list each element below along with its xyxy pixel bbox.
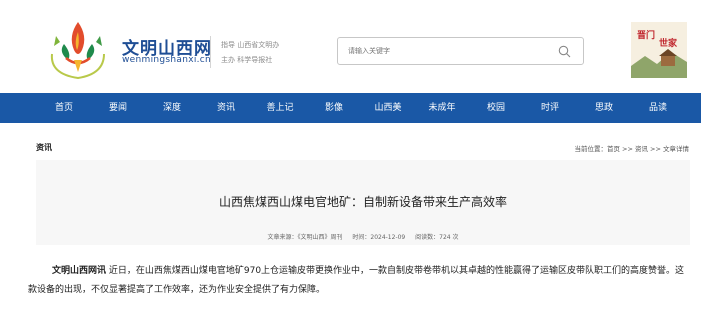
main-nav: 首页 要闻 深度 资讯 善上记 影像 山西美 未成年 校园 时评 思政 品读 bbox=[0, 93, 701, 123]
svg-text:晋门: 晋门 bbox=[637, 29, 655, 41]
search-input[interactable] bbox=[348, 38, 548, 64]
site-header: 文明山西网 wenmingshanxi.cn 指导 山西省文明办 主办 科学导报… bbox=[0, 0, 701, 93]
nav-item-ideology[interactable]: 思政 bbox=[577, 93, 631, 123]
article-lead: 文明山西网讯 bbox=[52, 266, 107, 276]
sponsor-info: 指导 山西省文明办 主办 科学导报社 bbox=[221, 38, 279, 68]
search-icon[interactable] bbox=[558, 45, 571, 58]
article-source: 文章来源：《文明山西》周刊 bbox=[267, 234, 343, 241]
nav-item-images[interactable]: 影像 bbox=[307, 93, 361, 123]
nav-item-commentary[interactable]: 时评 bbox=[523, 93, 577, 123]
nav-item-depth[interactable]: 深度 bbox=[145, 93, 199, 123]
nav-item-reading[interactable]: 品读 bbox=[631, 93, 685, 123]
svg-text:世家: 世家 bbox=[659, 37, 678, 49]
article-paragraph: 近日，在山西焦煤西山煤电官地矿970上仓运输皮带更换作业中，一款自制皮带卷带机以… bbox=[28, 266, 685, 295]
nav-item-home[interactable]: 首页 bbox=[37, 93, 91, 123]
article-meta: 文章来源：《文明山西》周刊 时间：2024-12-09 阅读数：724 次 bbox=[36, 232, 690, 241]
section-title: 资讯 bbox=[36, 143, 52, 152]
article-body: 文明山西网讯 近日，在山西焦煤西山煤电官地矿970上仓运输皮带更换作业中，一款自… bbox=[28, 262, 693, 300]
nav-item-minors[interactable]: 未成年 bbox=[415, 93, 469, 123]
guide-line-1: 指导 山西省文明办 bbox=[221, 41, 280, 49]
article-time: 时间：2024-12-09 bbox=[352, 234, 406, 241]
nav-item-campus[interactable]: 校园 bbox=[469, 93, 523, 123]
nav-item-shanxi-beauty[interactable]: 山西美 bbox=[361, 93, 415, 123]
nav-item-info[interactable]: 资讯 bbox=[199, 93, 253, 123]
breadcrumb[interactable]: 当前位置：首页 >> 资讯 >> 文章详情 bbox=[574, 143, 689, 153]
header-divider bbox=[210, 36, 211, 68]
article-title: 山西焦煤西山煤电官地矿：自制新设备带来生产高效率 bbox=[218, 195, 507, 209]
nav-item-good-deeds[interactable]: 善上记 bbox=[253, 93, 307, 123]
logo-icon[interactable] bbox=[44, 14, 112, 82]
breadcrumb-bar: 资讯 当前位置：首页 >> 资讯 >> 文章详情 bbox=[0, 136, 701, 158]
search-box bbox=[337, 37, 584, 65]
site-domain: wenmingshanxi.cn bbox=[122, 55, 212, 65]
guide-line-2: 主办 科学导报社 bbox=[221, 56, 273, 64]
promo-banner-icon[interactable]: 晋门 世家 bbox=[631, 22, 687, 78]
article-header: 山西焦煤西山煤电官地矿：自制新设备带来生产高效率 文章来源：《文明山西》周刊 时… bbox=[36, 160, 690, 245]
article-views: 阅读数：724 次 bbox=[415, 234, 459, 241]
nav-item-news[interactable]: 要闻 bbox=[91, 93, 145, 123]
